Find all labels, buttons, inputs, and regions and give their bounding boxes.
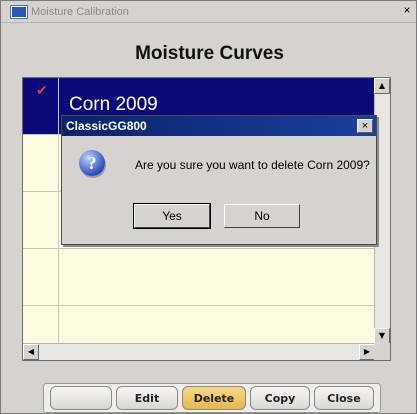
copy-button[interactable]: Copy xyxy=(250,386,310,410)
question-icon: ? xyxy=(79,150,105,176)
blank-button[interactable] xyxy=(50,386,112,410)
scroll-down-icon[interactable]: ▼ xyxy=(374,328,390,344)
row-divider xyxy=(58,249,59,306)
scroll-left-icon[interactable]: ◀ xyxy=(23,344,39,360)
dialog-title: ClassicGG800 xyxy=(62,116,376,136)
scroll-right-icon[interactable]: ▶ xyxy=(359,344,375,360)
list-item-label: Corn 2009 xyxy=(69,94,158,115)
close-button[interactable]: Close xyxy=(314,386,374,410)
scroll-up-icon[interactable]: ▲ xyxy=(374,78,390,94)
action-toolbar: Edit Delete Copy Close xyxy=(43,383,381,413)
confirm-delete-dialog: ClassicGG800 × ? Are you sure you want t… xyxy=(61,115,377,245)
horizontal-scrollbar[interactable]: ◀ ▶ xyxy=(23,343,375,360)
window-close-button[interactable]: × xyxy=(400,4,414,18)
row-divider xyxy=(58,306,59,344)
dialog-close-button[interactable]: × xyxy=(357,119,373,133)
scrollbar-corner xyxy=(374,343,390,360)
delete-button[interactable]: Delete xyxy=(182,386,246,410)
window-titlebar: Moisture Calibration × xyxy=(1,1,416,23)
list-item[interactable] xyxy=(23,249,375,306)
dialog-message: Are you sure you want to delete Corn 200… xyxy=(135,158,370,172)
row-divider xyxy=(58,78,59,135)
no-button[interactable]: No xyxy=(224,204,300,228)
page-title: Moisture Curves xyxy=(135,43,284,64)
window-title: Moisture Calibration xyxy=(31,5,129,18)
checkmark-icon[interactable]: ✔ xyxy=(36,84,50,98)
row-divider xyxy=(58,192,59,249)
edit-button[interactable]: Edit xyxy=(116,386,178,410)
row-divider xyxy=(58,135,59,192)
yes-button[interactable]: Yes xyxy=(133,203,211,229)
list-item[interactable] xyxy=(23,306,375,344)
moisture-calibration-window: Moisture Calibration × Moisture Curves ✔… xyxy=(0,0,417,414)
app-icon xyxy=(11,5,27,18)
